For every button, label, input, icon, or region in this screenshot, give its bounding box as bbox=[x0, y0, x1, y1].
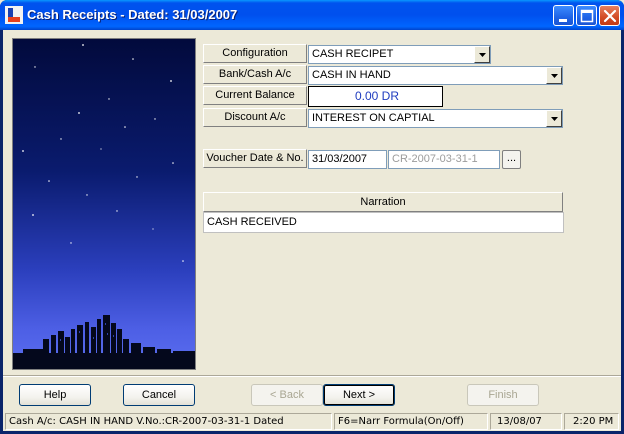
bank-cash-combo[interactable]: CASH IN HAND bbox=[308, 66, 563, 85]
button-divider bbox=[3, 375, 621, 377]
close-icon bbox=[603, 9, 617, 23]
configuration-value: CASH RECIPET bbox=[312, 48, 394, 60]
window-title: Cash Receipts - Dated: 31/03/2007 bbox=[27, 7, 238, 22]
back-button-label: < Back bbox=[270, 389, 304, 401]
current-balance-value: 0.00 DR bbox=[308, 86, 443, 107]
maximize-button[interactable] bbox=[576, 5, 597, 26]
chevron-down-icon bbox=[551, 117, 558, 121]
configuration-dropdown-button[interactable] bbox=[474, 46, 490, 63]
cancel-button-label: Cancel bbox=[141, 389, 177, 401]
narration-input[interactable]: CASH RECEIVED bbox=[203, 212, 564, 233]
status-shortcut-hint: F6=Narr Formula(On/Off) bbox=[334, 413, 488, 430]
app-logo-icon bbox=[5, 6, 23, 24]
voucher-date-input[interactable]: 31/03/2007 bbox=[308, 150, 387, 169]
discount-account-dropdown-button[interactable] bbox=[546, 110, 562, 127]
discount-account-combo[interactable]: INTEREST ON CAPTIAL bbox=[308, 109, 563, 128]
chevron-down-icon bbox=[479, 53, 486, 57]
status-time: 2:20 PM bbox=[564, 413, 619, 430]
finish-button: Finish bbox=[467, 384, 539, 406]
configuration-combo[interactable]: CASH RECIPET bbox=[308, 45, 491, 64]
bank-cash-label: Bank/Cash A/c bbox=[203, 65, 307, 84]
voucher-number-input: CR-2007-03-31-1 bbox=[388, 150, 500, 169]
finish-button-label: Finish bbox=[488, 389, 518, 401]
close-button[interactable] bbox=[599, 5, 620, 26]
narration-header: Narration bbox=[203, 192, 563, 212]
help-button-label: Help bbox=[43, 389, 67, 401]
minimize-button[interactable] bbox=[553, 5, 574, 26]
maximize-icon bbox=[580, 9, 594, 23]
status-date: 13/08/07 bbox=[490, 413, 562, 430]
bank-cash-value: CASH IN HAND bbox=[312, 69, 391, 81]
next-button[interactable]: Next > bbox=[323, 384, 395, 406]
voucher-date-no-label: Voucher Date & No. bbox=[203, 149, 307, 168]
dialog-body: Configuration CASH RECIPET Bank/Cash A/c… bbox=[3, 30, 621, 431]
back-button: < Back bbox=[251, 384, 323, 406]
configuration-label: Configuration bbox=[203, 44, 307, 63]
bank-cash-dropdown-button[interactable] bbox=[546, 67, 562, 84]
city-night-illustration bbox=[12, 38, 196, 370]
discount-account-label: Discount A/c bbox=[203, 108, 307, 127]
chevron-down-icon bbox=[551, 74, 558, 78]
application-window: Cash Receipts - Dated: 31/03/2007 Config… bbox=[0, 0, 624, 434]
minimize-icon bbox=[559, 19, 567, 22]
voucher-browse-button[interactable]: ... bbox=[502, 150, 521, 169]
title-bar[interactable]: Cash Receipts - Dated: 31/03/2007 bbox=[0, 0, 624, 30]
current-balance-label: Current Balance bbox=[203, 86, 307, 105]
discount-account-value: INTEREST ON CAPTIAL bbox=[312, 112, 435, 124]
status-bar: Cash A/c: CASH IN HAND V.No.:CR-2007-03-… bbox=[3, 411, 621, 431]
help-button[interactable]: Help bbox=[19, 384, 91, 406]
next-button-label: Next > bbox=[342, 389, 376, 401]
cancel-button[interactable]: Cancel bbox=[123, 384, 195, 406]
status-voucher-info: Cash A/c: CASH IN HAND V.No.:CR-2007-03-… bbox=[5, 413, 332, 430]
